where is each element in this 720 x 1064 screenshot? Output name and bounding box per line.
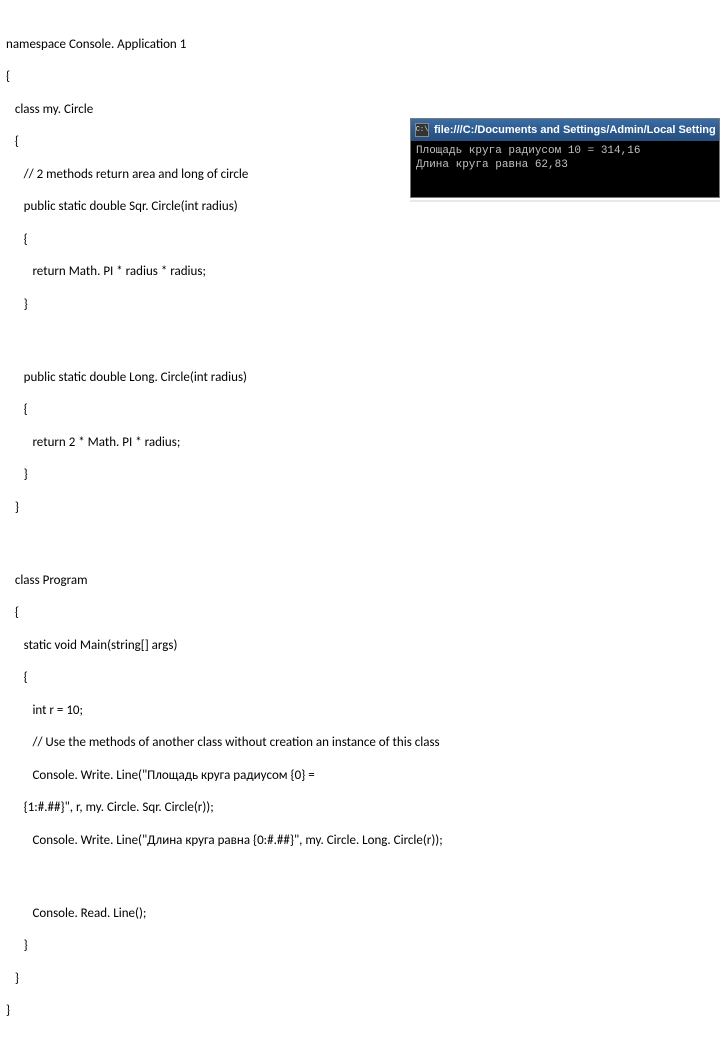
console-line: Площадь круга радиусом 10 = 314,16 <box>416 145 640 157</box>
console-icon: C:\ <box>415 123 429 137</box>
code-line: } <box>6 1003 714 1019</box>
code-line: static void Main(string[] args) <box>6 638 714 654</box>
code-line: Console. Write. Line("Длина круга равна … <box>6 833 714 849</box>
code-line: public static double Long. Circle(int ra… <box>6 370 714 386</box>
code-line: { <box>6 402 714 418</box>
code-line: } <box>6 467 714 483</box>
code-line: // Use the methods of another class with… <box>6 735 714 751</box>
console-output: Площадь круга радиусом 10 = 314,16 Длина… <box>411 141 719 197</box>
divider <box>410 200 720 202</box>
code-line: class my. Circle <box>6 102 714 118</box>
window-title: file:///C:/Documents and Settings/Admin/… <box>434 124 715 136</box>
code-line: namespace Console. Application 1 <box>6 37 714 53</box>
code-line: return Math. PI * radius * radius; <box>6 264 714 280</box>
code-line: } <box>6 500 714 516</box>
code-line: return 2 * Math. PI * radius; <box>6 435 714 451</box>
code-line: { <box>6 670 714 686</box>
code-line: } <box>6 297 714 313</box>
code-line: } <box>6 971 714 987</box>
console-window: C:\ file:///C:/Documents and Settings/Ad… <box>410 118 720 198</box>
code-line: Console. Read. Line(); <box>6 906 714 922</box>
title-bar[interactable]: C:\ file:///C:/Documents and Settings/Ad… <box>411 119 719 141</box>
code-line: { <box>6 605 714 621</box>
code-line: { <box>6 232 714 248</box>
code-line: class Program <box>6 573 714 589</box>
code-line: Console. Write. Line("Площадь круга ради… <box>6 768 714 784</box>
code-line: {1:#.##}", r, my. Circle. Sqr. Circle(r)… <box>6 800 714 816</box>
console-line: Длина круга равна 62,83 <box>416 159 568 171</box>
code-line: { <box>6 69 714 85</box>
code-line: int r = 10; <box>6 703 714 719</box>
code-line: } <box>6 938 714 954</box>
